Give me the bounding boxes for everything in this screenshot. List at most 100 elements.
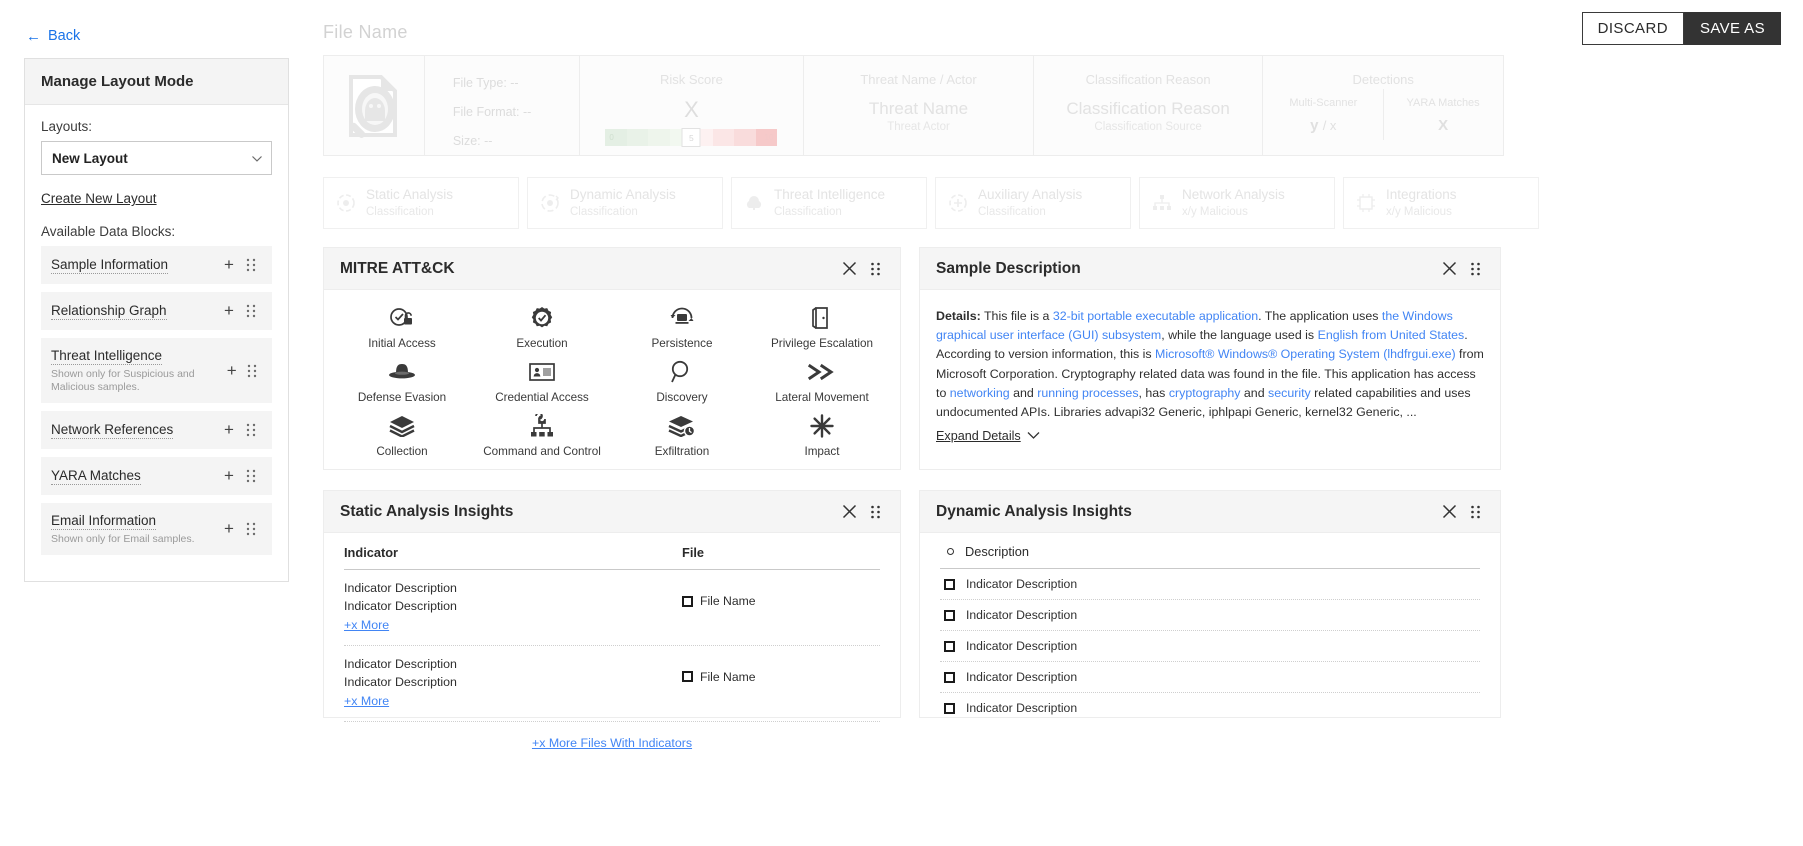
more-indicators-link[interactable]: +x More (344, 617, 389, 635)
data-block-item[interactable]: Sample Information + (41, 246, 272, 284)
tab-auxiliary-analysis[interactable]: Auxiliary Analysis Classification (935, 177, 1131, 229)
page-title: File Name (323, 22, 408, 42)
close-icon[interactable] (836, 261, 862, 276)
indicator-description: Indicator Description (966, 577, 1078, 591)
mitre-tactic-privilege-escalation[interactable]: Privilege Escalation (752, 304, 892, 350)
mitre-tactic-exfiltration[interactable]: Exfiltration (612, 412, 752, 458)
layout-select[interactable]: New Layout (41, 141, 272, 175)
mitre-tactic-label: Discovery (656, 391, 708, 404)
data-block-item[interactable]: Network References + (41, 411, 272, 450)
description-link[interactable]: English from United States (1318, 328, 1465, 342)
add-block-icon[interactable]: + (222, 361, 242, 381)
main-content: File Name DISCARD SAVE AS File Type: -- … (305, 0, 1803, 846)
file-name-value: File Name (700, 594, 756, 608)
multi-scanner-total: / x (1322, 118, 1337, 133)
door-icon (752, 304, 892, 332)
classification-header: Classification Reason (1085, 72, 1211, 87)
add-block-icon[interactable]: + (218, 420, 240, 440)
tab-title: Integrations (1386, 187, 1457, 203)
tab-dynamic-analysis[interactable]: Dynamic Analysis Classification (527, 177, 723, 229)
drag-handle-icon[interactable] (242, 364, 262, 378)
file-icon (682, 595, 693, 607)
static-insights-table-header: Indicator File (344, 533, 880, 570)
add-block-icon[interactable]: + (218, 255, 240, 275)
description-link[interactable]: running processes (1037, 386, 1138, 400)
data-block-item[interactable]: Threat Intelligence Shown only for Suspi… (41, 338, 272, 404)
drag-handle-icon[interactable] (240, 469, 262, 483)
mitre-tactic-discovery[interactable]: Discovery (612, 358, 752, 404)
mitre-tactic-persistence[interactable]: Persistence (612, 304, 752, 350)
indicator-description: Indicator Description (966, 670, 1078, 684)
more-files-with-indicators-link[interactable]: +x More Files With Indicators (532, 736, 692, 750)
indicator-icon (944, 702, 955, 714)
available-data-blocks-label: Available Data Blocks: (41, 224, 176, 239)
description-link[interactable]: 32-bit portable executable application (1053, 309, 1258, 323)
tab-static-analysis[interactable]: Static Analysis Classification (323, 177, 519, 229)
gear-check-icon (472, 304, 612, 332)
mitre-tactic-impact[interactable]: Impact (752, 412, 892, 458)
mitre-tactic-execution[interactable]: Execution (472, 304, 612, 350)
tab-integrations[interactable]: Integrations x/y Malicious (1343, 177, 1539, 229)
description-link[interactable]: Microsoft® Windows® Operating System (lh… (1155, 347, 1456, 361)
mitre-tactic-defense-evasion[interactable]: Defense Evasion (332, 358, 472, 404)
data-block-item[interactable]: Relationship Graph + (41, 292, 272, 330)
list-item: Indicator Description (940, 600, 1480, 631)
unlock-check-icon (332, 304, 472, 332)
mitre-tactic-lateral-movement[interactable]: Lateral Movement (752, 358, 892, 404)
mitre-tactics-grid: Initial Access Execution Persistence Pri… (324, 290, 900, 470)
mitre-tactic-label: Exfiltration (654, 445, 710, 458)
drag-handle-icon[interactable] (240, 258, 262, 272)
data-block-item[interactable]: YARA Matches + (41, 457, 272, 496)
description-link[interactable]: networking (950, 386, 1010, 400)
drag-handle-icon[interactable] (1462, 262, 1488, 276)
list-item: Indicator Description (940, 569, 1480, 600)
tab-threat-intelligence[interactable]: Threat Intelligence Classification (731, 177, 927, 229)
indicator-icon (944, 578, 955, 590)
indicator-description: Indicator Description (966, 608, 1078, 622)
tab-network-analysis[interactable]: Network Analysis x/y Malicious (1139, 177, 1335, 229)
tab-title: Static Analysis (366, 187, 454, 203)
table-row: Indicator Description Indicator Descript… (344, 570, 880, 646)
layout-editor-page: ← Back Manage Layout Mode Layouts: New L… (0, 0, 1803, 846)
close-icon[interactable] (1436, 504, 1462, 519)
drag-handle-icon[interactable] (240, 423, 262, 437)
discard-button[interactable]: DISCARD (1581, 12, 1684, 45)
drag-handle-icon[interactable] (240, 522, 262, 536)
add-block-icon[interactable]: + (218, 301, 240, 321)
back-button[interactable]: ← Back (26, 28, 80, 44)
mitre-tactic-credential-access[interactable]: Credential Access (472, 358, 612, 404)
add-block-icon[interactable]: + (218, 466, 240, 486)
description-link[interactable]: security (1268, 386, 1311, 400)
description-link[interactable]: cryptography (1169, 386, 1241, 400)
drag-handle-icon[interactable] (862, 262, 888, 276)
data-block-item[interactable]: Email Information Shown only for Email s… (41, 503, 272, 556)
close-icon[interactable] (836, 504, 862, 519)
drag-handle-icon[interactable] (862, 505, 888, 519)
risk-max-label: 10 (764, 133, 774, 142)
yara-value: X (1438, 117, 1449, 134)
create-new-layout-link[interactable]: Create New Layout (41, 191, 157, 206)
drag-handle-icon[interactable] (1462, 505, 1488, 519)
drag-handle-icon[interactable] (240, 304, 262, 318)
tab-subtitle: Classification (978, 205, 1046, 218)
file-icon (682, 671, 693, 683)
expand-details-label: Expand Details (936, 429, 1021, 444)
dynamic-analysis-icon (540, 193, 560, 213)
expand-details-button[interactable]: Expand Details (936, 429, 1040, 443)
add-block-icon[interactable]: + (218, 519, 240, 539)
back-label: Back (48, 28, 81, 44)
mitre-tactic-collection[interactable]: Collection (332, 412, 472, 458)
save-as-button[interactable]: SAVE AS (1683, 12, 1781, 45)
command-tree-icon (472, 412, 612, 440)
mitre-tactic-initial-access[interactable]: Initial Access (332, 304, 472, 350)
close-icon[interactable] (1436, 261, 1462, 276)
data-blocks-list: Sample Information + Relationship Graph … (41, 246, 272, 556)
dynamic-insights-table-header: Description (940, 533, 1480, 569)
tab-subtitle: Classification (570, 205, 638, 218)
mitre-tactic-command-and-control[interactable]: Command and Control (472, 412, 612, 458)
more-indicators-link[interactable]: +x More (344, 693, 389, 711)
yara-label: YARA Matches (1406, 97, 1480, 109)
tab-title: Dynamic Analysis (570, 187, 676, 203)
file-size: Size: -- (452, 134, 493, 148)
data-block-title: YARA Matches (51, 468, 141, 486)
